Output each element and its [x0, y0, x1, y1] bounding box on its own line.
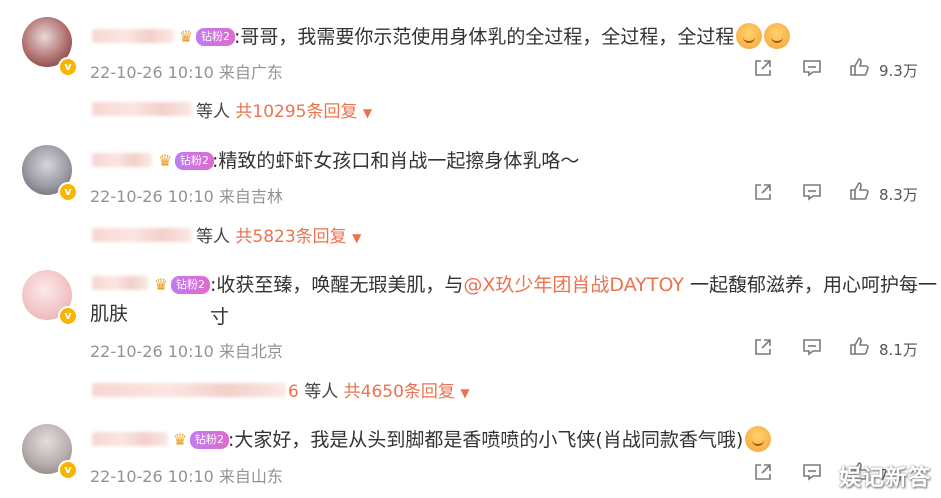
replies-who: 等人: [196, 102, 230, 122]
replies-user-suffix[interactable]: 6: [288, 382, 299, 402]
like-count: 8.1万: [879, 341, 918, 359]
share-icon[interactable]: [752, 57, 774, 79]
replies-who: 等人: [304, 382, 339, 402]
reply-users[interactable]: [92, 228, 192, 242]
crown-icon: ♛: [153, 275, 169, 294]
verified-icon: v: [58, 57, 78, 77]
location: 来自北京: [218, 342, 283, 361]
comment-text: :收获至臻，唤醒无瑕美肌，与@X玖少年团肖战DAYTOY 一起馥郁滋养，用心呵护…: [210, 269, 941, 333]
crown-icon: ♛: [172, 430, 188, 449]
username[interactable]: [92, 276, 148, 290]
comment-text: :哥哥，我需要你示范使用身体乳的全过程，全过程，全过程: [234, 21, 791, 53]
crown-icon: ♛: [178, 27, 194, 46]
reply-users[interactable]: [92, 383, 286, 397]
thumbs-up-icon[interactable]: [848, 335, 870, 357]
caret-down-icon[interactable]: ▼: [363, 106, 372, 120]
reply-users[interactable]: [92, 102, 192, 116]
fan-label: 钻粉2: [196, 28, 235, 46]
fan-label: 钻粉2: [190, 431, 229, 449]
comment-meta: 22-10-26 10:10 来自吉林: [90, 183, 283, 207]
comment-text: :大家好，我是从头到脚都是香喷喷的小飞侠(肖战同款香气哦): [228, 424, 772, 456]
comment-text-content: :收获至臻，唤醒无瑕美肌，与: [210, 274, 464, 296]
location: 来自山东: [218, 467, 283, 486]
fan-label: 钻粉2: [175, 152, 214, 170]
thumbs-up-icon[interactable]: [848, 56, 870, 78]
verified-icon: v: [58, 306, 78, 326]
like-count: 9.3万: [879, 62, 918, 80]
comment-text-content: :哥哥，我需要你示范使用身体乳的全过程，全过程，全过程: [234, 26, 735, 48]
verified-icon: v: [58, 182, 78, 202]
fan-badge[interactable]: ♛ 钻粉2: [155, 151, 214, 171]
replies-link[interactable]: 等人 共10295条回复 ▼: [196, 97, 372, 122]
username[interactable]: [92, 432, 168, 446]
comment-icon[interactable]: [801, 57, 823, 79]
comment-text-content: :大家好，我是从头到脚都是香喷喷的小飞侠(肖战同款香气哦): [228, 429, 744, 451]
timestamp: 22-10-26 10:10: [90, 63, 214, 82]
share-icon[interactable]: [752, 181, 774, 203]
verified-icon: v: [58, 460, 78, 480]
fan-badge[interactable]: ♛ 钻粉2: [151, 275, 210, 295]
location: 来自广东: [218, 63, 283, 82]
timestamp: 22-10-26 10:10: [90, 187, 214, 206]
like-count: 8.3万: [879, 186, 918, 204]
comment-icon[interactable]: [801, 461, 823, 483]
replies-link[interactable]: 等人 共5823条回复 ▼: [196, 222, 361, 247]
replies-total[interactable]: 共4650条回复: [344, 382, 455, 402]
comment-text-line2: 肌肤: [90, 298, 128, 330]
replies-total[interactable]: 共10295条回复: [235, 102, 357, 122]
comment-meta: 22-10-26 10:10 来自山东: [90, 463, 283, 487]
comment-icon[interactable]: [801, 336, 823, 358]
caret-down-icon[interactable]: ▼: [460, 386, 469, 400]
location: 来自吉林: [218, 187, 283, 206]
username[interactable]: [92, 153, 152, 167]
emoji-icon: [745, 426, 772, 452]
fan-label: 钻粉2: [171, 276, 210, 294]
share-icon[interactable]: [752, 461, 774, 483]
share-icon[interactable]: [752, 336, 774, 358]
emoji-icon: [764, 23, 791, 49]
watermark-logo: 娱记新答: [838, 466, 931, 491]
crown-icon: ♛: [157, 151, 173, 170]
user-mention-link[interactable]: @X玖少年团肖战DAYTOY: [463, 274, 684, 296]
emoji-icon: [736, 23, 763, 49]
comment-icon[interactable]: [801, 181, 823, 203]
thumbs-up-icon[interactable]: [848, 180, 870, 202]
timestamp: 22-10-26 10:10: [90, 467, 214, 486]
comment-meta: 22-10-26 10:10 来自北京: [90, 338, 283, 362]
username[interactable]: [92, 29, 174, 43]
fan-badge[interactable]: ♛ 钻粉2: [170, 430, 229, 450]
replies-total[interactable]: 共5823条回复: [235, 227, 346, 247]
replies-who: 等人: [196, 227, 230, 247]
comment-meta: 22-10-26 10:10 来自广东: [90, 59, 283, 83]
comment-text-content: 肌肤: [90, 303, 129, 325]
caret-down-icon[interactable]: ▼: [352, 231, 361, 245]
timestamp: 22-10-26 10:10: [90, 342, 214, 361]
comment-text: :精致的虾虾女孩口和肖战一起擦身体乳咯～: [212, 145, 579, 177]
replies-link[interactable]: 6 等人 共4650条回复 ▼: [288, 377, 470, 402]
fan-badge[interactable]: ♛ 钻粉2: [176, 27, 235, 47]
comment-text-content: :精致的虾虾女孩口和肖战一起擦身体乳咯～: [212, 150, 580, 172]
